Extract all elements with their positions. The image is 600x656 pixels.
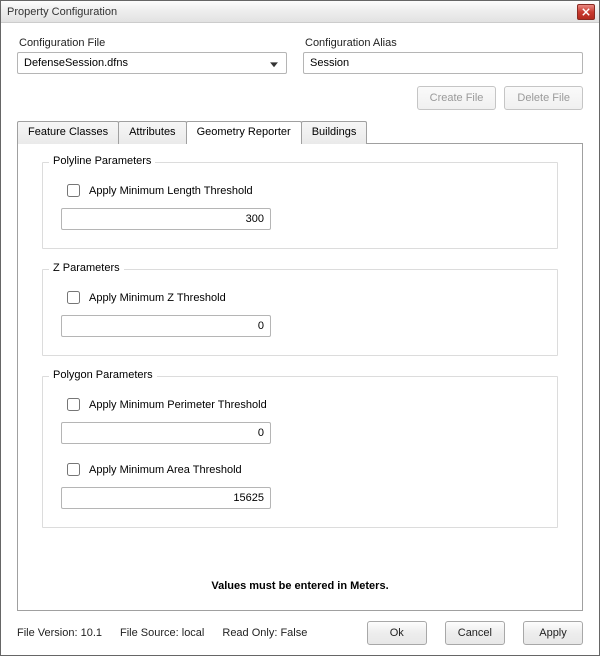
status-read-only: Read Only: False xyxy=(222,627,307,639)
config-file-dropdown[interactable]: DefenseSession.dfns xyxy=(17,52,287,74)
min-length-row: Apply Minimum Length Threshold xyxy=(63,181,539,200)
window-title: Property Configuration xyxy=(7,6,117,18)
polygon-legend: Polygon Parameters xyxy=(49,369,157,381)
config-row: Configuration File DefenseSession.dfns C… xyxy=(17,37,583,74)
min-perimeter-input[interactable] xyxy=(61,422,271,444)
status-file-source: File Source: local xyxy=(120,627,204,639)
cancel-button[interactable]: Cancel xyxy=(445,621,505,645)
min-perimeter-checkbox[interactable] xyxy=(67,398,80,411)
delete-file-button[interactable]: Delete File xyxy=(504,86,583,110)
close-icon xyxy=(582,8,590,16)
property-configuration-window: Property Configuration Configuration Fil… xyxy=(0,0,600,656)
config-alias-input[interactable] xyxy=(303,52,583,74)
status-file-version: File Version: 10.1 xyxy=(17,627,102,639)
z-fieldset: Z Parameters Apply Minimum Z Threshold xyxy=(42,269,558,356)
min-length-checkbox[interactable] xyxy=(67,184,80,197)
min-z-label: Apply Minimum Z Threshold xyxy=(89,292,226,304)
min-area-input[interactable] xyxy=(61,487,271,509)
create-file-button[interactable]: Create File xyxy=(417,86,497,110)
tab-strip: Feature Classes Attributes Geometry Repo… xyxy=(17,120,583,143)
min-length-label: Apply Minimum Length Threshold xyxy=(89,185,253,197)
config-file-label: Configuration File xyxy=(19,37,287,49)
ok-button[interactable]: Ok xyxy=(367,621,427,645)
tab-geometry-reporter[interactable]: Geometry Reporter xyxy=(186,121,302,144)
config-file-group: Configuration File DefenseSession.dfns xyxy=(17,37,287,74)
polyline-legend: Polyline Parameters xyxy=(49,155,155,167)
units-hint: Values must be entered in Meters. xyxy=(42,580,558,592)
config-file-value: DefenseSession.dfns xyxy=(24,57,128,69)
close-button[interactable] xyxy=(577,4,595,20)
config-alias-group: Configuration Alias xyxy=(303,37,583,74)
min-area-row: Apply Minimum Area Threshold xyxy=(63,460,539,479)
min-area-checkbox[interactable] xyxy=(67,463,80,476)
file-button-row: Create File Delete File xyxy=(17,86,583,110)
min-z-row: Apply Minimum Z Threshold xyxy=(63,288,539,307)
footer: File Version: 10.1 File Source: local Re… xyxy=(17,621,583,645)
apply-button[interactable]: Apply xyxy=(523,621,583,645)
min-perimeter-label: Apply Minimum Perimeter Threshold xyxy=(89,399,267,411)
tab-attributes[interactable]: Attributes xyxy=(118,121,186,144)
min-z-input[interactable] xyxy=(61,315,271,337)
config-alias-label: Configuration Alias xyxy=(305,37,583,49)
min-length-input[interactable] xyxy=(61,208,271,230)
min-area-label: Apply Minimum Area Threshold xyxy=(89,464,242,476)
tab-buildings[interactable]: Buildings xyxy=(301,121,368,144)
min-perimeter-row: Apply Minimum Perimeter Threshold xyxy=(63,395,539,414)
polyline-fieldset: Polyline Parameters Apply Minimum Length… xyxy=(42,162,558,249)
tab-feature-classes[interactable]: Feature Classes xyxy=(17,121,119,144)
geometry-reporter-panel: Polyline Parameters Apply Minimum Length… xyxy=(17,143,583,611)
min-z-checkbox[interactable] xyxy=(67,291,80,304)
titlebar: Property Configuration xyxy=(1,1,599,23)
content-area: Configuration File DefenseSession.dfns C… xyxy=(1,23,599,655)
polygon-fieldset: Polygon Parameters Apply Minimum Perimet… xyxy=(42,376,558,528)
z-legend: Z Parameters xyxy=(49,262,124,274)
chevron-down-icon xyxy=(270,58,278,70)
